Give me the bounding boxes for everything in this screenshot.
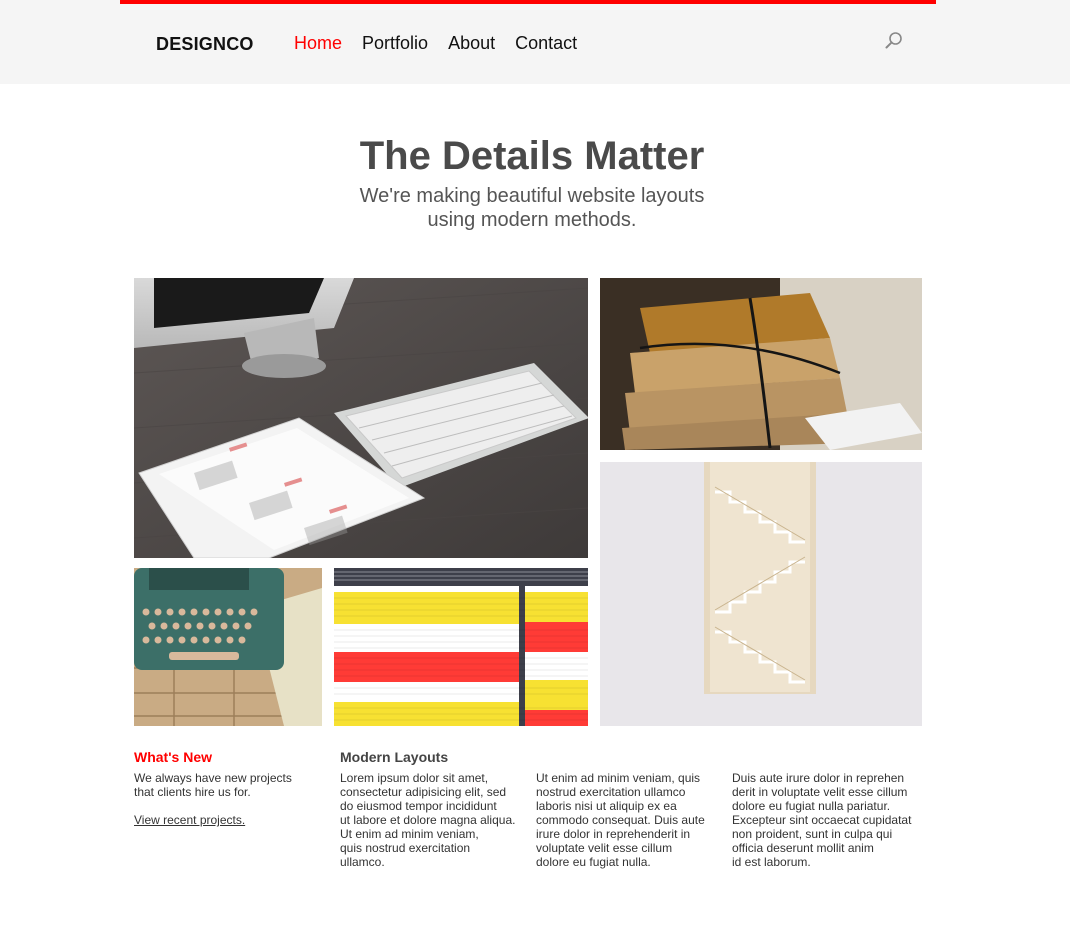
staircase-image[interactable] [600,462,922,726]
text-line: irure dolor in reprehenderit in [536,827,691,841]
colored-stripes-image[interactable] [334,568,588,726]
subtitle-line: using modern methods. [427,209,637,231]
text-line: commodo consequat. Duis aute [536,813,705,827]
text-line: nostrud exercitation ullamco [536,785,686,799]
modern-layouts-col2-section: Ut enim ad minim veniam, quis nostrud ex… [536,771,726,869]
main-nav: Home Portfolio About Contact [294,33,597,54]
text-line: consectetur adipisicing elit, sed [340,785,507,799]
text-line: Ut enim ad minim veniam, quis [536,771,701,785]
text-line: dolore eu fugiat nulla pariatur. [732,799,891,813]
text-line: Duis aute irure dolor in reprehen [732,771,905,785]
text-line: ullamco. [340,855,385,869]
whats-new-text: We always have new projects that clients… [134,771,324,799]
whats-new-heading: What's New [134,749,213,765]
brand-logo[interactable]: DESIGNCO [156,34,254,55]
modern-layouts-col1: Lorem ipsum dolor sit amet, consectetur … [340,771,530,869]
modern-layouts-heading: Modern Layouts [340,749,449,765]
text-line: Excepteur sint occaecat cupidatat [732,813,912,827]
nav-about[interactable]: About [448,33,495,54]
modern-layouts-section: Modern Layouts Lorem ipsum dolor sit ame… [340,749,530,869]
page-subtitle: We're making beautiful website layouts u… [0,184,1064,232]
text-line: non proident, sunt in culpa qui [732,827,893,841]
page-title: The Details Matter [359,134,705,178]
view-recent-projects-link[interactable]: View recent projects. [134,813,245,827]
text-line: officia deserunt mollit anim [732,841,874,855]
text-line: ut labore et dolore magna aliqua. [340,813,516,827]
modern-layouts-col3-section: Duis aute irure dolor in reprehen derit … [732,771,932,869]
text-line: quis nostrud exercitation [340,841,471,855]
nav-home[interactable]: Home [294,33,342,54]
text-line: id est laborum. [732,855,811,869]
desk-computer-ipad-image[interactable] [134,278,588,558]
typewriter-image[interactable] [134,568,322,726]
text-line: voluptate velit esse cillum [536,841,673,855]
whats-new-section: What's New We always have new projects t… [134,749,324,827]
text-line: that clients hire us for. [134,785,251,799]
parcels-image[interactable] [600,278,922,450]
text-line: dolore eu fugiat nulla. [536,855,651,869]
subtitle-line: We're making beautiful website layouts [359,185,705,207]
accent-top-bar [120,0,936,4]
text-line: derit in voluptate velit esse cillum [732,785,908,799]
nav-portfolio[interactable]: Portfolio [362,33,428,54]
text-line: Ut enim ad minim veniam, [340,827,479,841]
text-line: We always have new projects [134,771,292,785]
nav-contact[interactable]: Contact [515,33,577,54]
text-line: Lorem ipsum dolor sit amet, [340,771,489,785]
modern-layouts-col3: Duis aute irure dolor in reprehen derit … [732,771,932,869]
text-line: do eiusmod tempor incididunt [340,799,497,813]
text-line: laboris nisi ut aliquip ex ea [536,799,677,813]
search-icon[interactable] [883,30,905,52]
modern-layouts-col2: Ut enim ad minim veniam, quis nostrud ex… [536,771,726,869]
